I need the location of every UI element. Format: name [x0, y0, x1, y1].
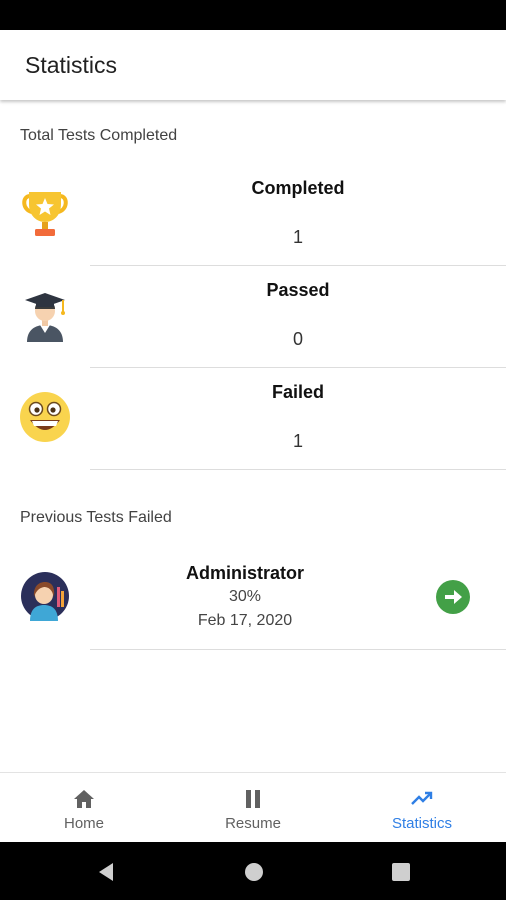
- nav-item-resume[interactable]: Resume: [169, 773, 337, 843]
- recents-icon[interactable]: [390, 861, 412, 883]
- page-title: Statistics: [25, 52, 118, 78]
- list-item[interactable]: Administrator 30% Feb 17, 2020: [0, 545, 506, 650]
- trending-up-icon: [411, 791, 433, 805]
- section-header-previous-failed: Previous Tests Failed: [20, 509, 172, 526]
- back-icon[interactable]: [95, 861, 117, 883]
- failed-test-score: 30%: [228, 588, 262, 605]
- stat-row-passed: Passed 0: [0, 266, 506, 368]
- failed-test-name: Administrator: [185, 563, 304, 583]
- stat-label-passed: Passed: [266, 280, 330, 300]
- section-header-total-tests: Total Tests Completed: [20, 127, 178, 144]
- nav-label-statistics: Statistics: [391, 815, 452, 832]
- bottom-navigation: Home Resume Statistics: [0, 772, 506, 842]
- stat-row-completed: Completed 1: [0, 164, 506, 266]
- nav-item-home[interactable]: Home: [0, 773, 168, 843]
- app-bar: Statistics: [0, 30, 506, 100]
- system-navigation-bar: [0, 842, 506, 900]
- divider: [90, 469, 506, 470]
- stat-value-failed: 1: [292, 431, 303, 451]
- arrow-right-circle-icon[interactable]: [436, 580, 470, 614]
- nav-label-resume: Resume: [225, 815, 281, 832]
- nav-item-statistics[interactable]: Statistics: [338, 773, 506, 843]
- user-avatar-icon: [21, 572, 69, 621]
- home-icon: [74, 790, 94, 808]
- grinning-face-icon: [20, 392, 70, 442]
- stat-label-failed: Failed: [271, 382, 324, 402]
- graduate-icon: [25, 293, 65, 342]
- failed-test-date: Feb 17, 2020: [197, 612, 293, 629]
- pause-icon: [246, 790, 260, 808]
- stat-row-failed: Failed 1: [0, 368, 506, 470]
- home-circle-icon[interactable]: [243, 861, 265, 883]
- divider: [90, 649, 506, 650]
- stat-value-passed: 0: [292, 329, 303, 349]
- trophy-icon: [22, 192, 68, 236]
- status-bar: [0, 0, 506, 30]
- nav-label-home: Home: [63, 815, 104, 832]
- stat-label-completed: Completed: [251, 178, 345, 198]
- stat-value-completed: 1: [292, 227, 303, 247]
